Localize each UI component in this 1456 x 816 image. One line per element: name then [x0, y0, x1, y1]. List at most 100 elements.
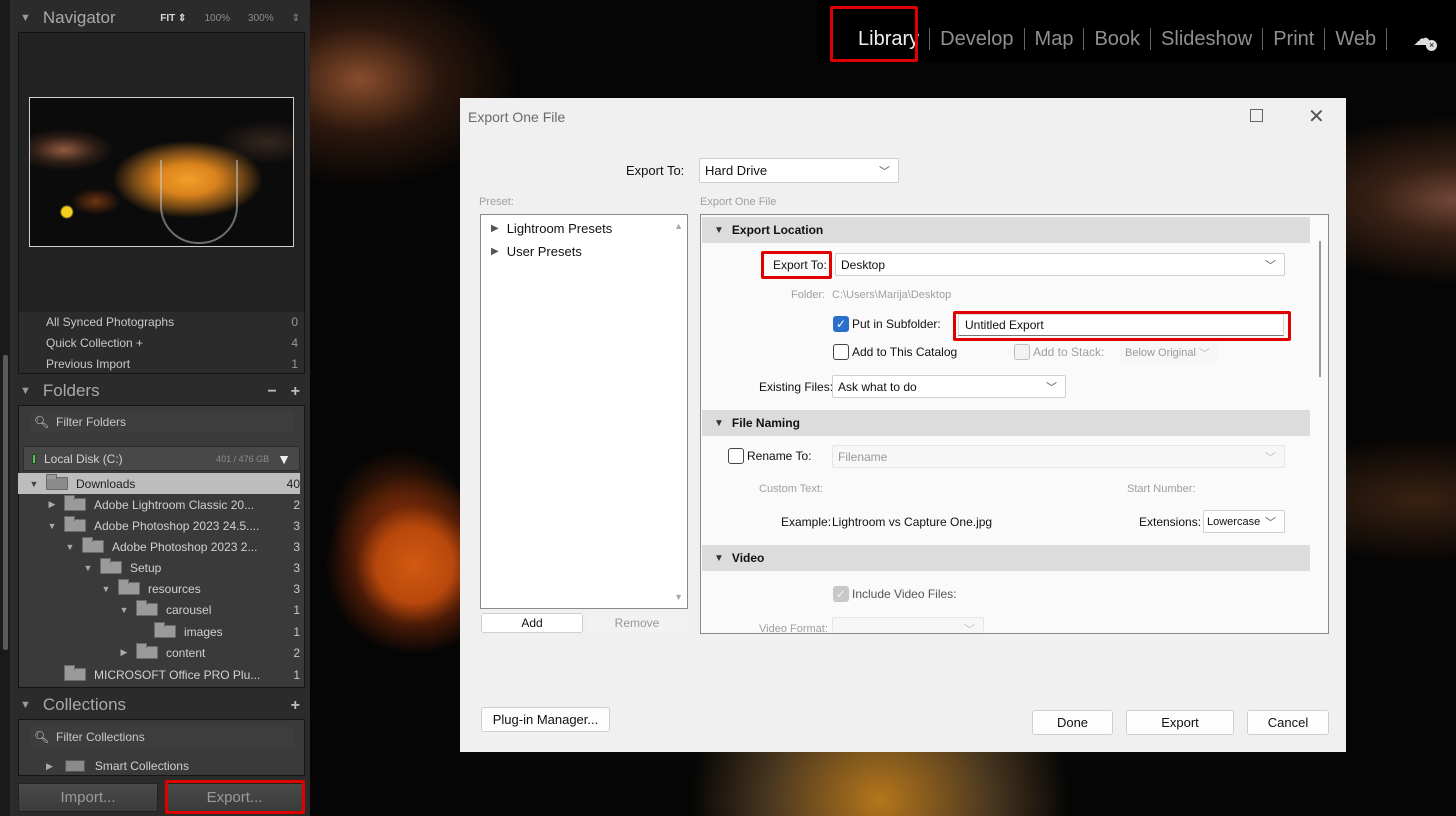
- extensions-select[interactable]: Lowercase ﹀: [1203, 510, 1285, 533]
- section-file-naming[interactable]: ▼ File Naming: [702, 410, 1310, 436]
- folder-row[interactable]: ▼ Downloads 40: [18, 473, 300, 494]
- catalog-item[interactable]: All Synced Photographs 0: [46, 311, 298, 332]
- preview-thumbnail[interactable]: [29, 97, 294, 247]
- scroll-up-icon[interactable]: ▲: [674, 221, 683, 231]
- folder-row[interactable]: ▼ Setup 3: [18, 557, 300, 578]
- expand-triangle-icon[interactable]: ▶: [46, 761, 53, 772]
- existing-files-label: Existing Files:: [759, 380, 834, 394]
- zoom-100[interactable]: 100%: [204, 13, 230, 24]
- custom-text-label: Custom Text:: [759, 483, 823, 495]
- volume-bar[interactable]: Local Disk (C:) 401 / 476 GB ▼: [23, 446, 300, 471]
- chevron-down-icon: ﹀: [1199, 348, 1210, 360]
- add-to-catalog-label: Add to This Catalog: [852, 345, 958, 359]
- expand-triangle-icon[interactable]: ▶: [491, 246, 499, 257]
- folder-row[interactable]: images 1: [18, 621, 300, 642]
- left-panel: ▼ Navigator FIT ⇕ 100% 300% ⇕ All Synced…: [0, 0, 310, 816]
- smart-collection-icon: [64, 760, 85, 772]
- expand-triangle-icon[interactable]: ▶: [46, 499, 58, 510]
- filter-folders-input[interactable]: 🔍︎ Filter Folders: [30, 411, 294, 433]
- folder-row[interactable]: MICROSOFT Office PRO Plu... 1: [18, 664, 300, 685]
- module-print[interactable]: Print: [1263, 27, 1326, 50]
- rename-to-checkbox[interactable]: [728, 448, 744, 464]
- module-map[interactable]: Map: [1025, 27, 1085, 50]
- folder-row[interactable]: ▼ resources 3: [18, 578, 300, 599]
- zoom-300[interactable]: 300%: [248, 13, 274, 24]
- folder-row[interactable]: ▼ Adobe Photoshop 2023 24.5.... 3: [18, 515, 300, 536]
- catalog-item[interactable]: Quick Collection + 4: [46, 332, 298, 353]
- add-to-catalog-checkbox[interactable]: [833, 344, 849, 360]
- preset-folder[interactable]: ▶ User Presets: [491, 244, 582, 259]
- remove-preset-button[interactable]: Remove: [587, 613, 687, 633]
- dialog-title: Export One File: [468, 109, 566, 125]
- example-filename: Lightroom vs Capture One.jpg: [832, 515, 993, 529]
- module-book[interactable]: Book: [1084, 27, 1152, 50]
- preset-folder[interactable]: ▶ Lightroom Presets: [491, 221, 612, 236]
- folder-label: Folder:: [791, 289, 826, 301]
- folder-icon: [82, 537, 104, 553]
- zoom-fit[interactable]: FIT ⇕: [160, 13, 186, 24]
- volume-menu-icon[interactable]: ▼: [277, 451, 291, 467]
- rename-template-select[interactable]: Filename ﹀: [832, 445, 1285, 468]
- expand-triangle-icon[interactable]: ▼: [118, 605, 130, 615]
- folders-title: Folders: [42, 381, 100, 400]
- folder-row[interactable]: ▼ carousel 1: [18, 599, 300, 620]
- expand-triangle-icon[interactable]: ▼: [100, 584, 112, 594]
- collections-header[interactable]: ▼ Collections +: [14, 690, 306, 720]
- catalog-item[interactable]: Previous Import 1: [46, 353, 298, 374]
- navigator-header[interactable]: ▼ Navigator FIT ⇕ 100% 300% ⇕: [14, 3, 306, 33]
- cancel-button[interactable]: Cancel: [1247, 710, 1329, 735]
- video-format-label: Video Format:: [759, 623, 828, 634]
- module-web[interactable]: Web: [1325, 27, 1388, 50]
- collapse-triangle-icon: ▼: [714, 224, 724, 236]
- folder-icon: [136, 600, 158, 616]
- add-collection-icon[interactable]: +: [291, 697, 300, 715]
- folders-header[interactable]: ▼ Folders − +: [14, 376, 306, 406]
- folder-row[interactable]: ▶ Adobe Lightroom Classic 20... 2: [18, 494, 300, 515]
- expand-triangle-icon[interactable]: ▼: [28, 479, 40, 489]
- plugin-manager-button[interactable]: Plug-in Manager...: [481, 707, 610, 732]
- existing-files-select[interactable]: Ask what to do ﹀: [832, 375, 1066, 398]
- add-to-stack-checkbox[interactable]: [1014, 344, 1030, 360]
- search-icon: 🔍︎: [34, 730, 50, 744]
- close-icon[interactable]: ✕: [1308, 104, 1325, 129]
- export-dialog: Export One File ✕ Export To: Hard Drive ﹀…: [460, 98, 1346, 752]
- add-folder-icon[interactable]: +: [291, 383, 300, 401]
- expand-triangle-icon[interactable]: ▶: [491, 223, 499, 234]
- video-format-select[interactable]: ﹀: [832, 617, 984, 633]
- settings-scrollbar[interactable]: [1319, 241, 1321, 377]
- module-develop[interactable]: Develop: [930, 27, 1025, 50]
- expand-triangle-icon[interactable]: ▶: [118, 647, 130, 658]
- subfolder-name-input[interactable]: Untitled Export: [958, 314, 1284, 336]
- module-library[interactable]: Library: [848, 27, 931, 50]
- module-slideshow[interactable]: Slideshow: [1151, 27, 1264, 50]
- folder-icon: [64, 665, 86, 681]
- folder-row[interactable]: ▶ content 2: [18, 642, 300, 663]
- filter-collections-input[interactable]: 🔍︎ Filter Collections: [30, 726, 294, 748]
- remove-folder-icon[interactable]: −: [267, 383, 276, 401]
- add-preset-button[interactable]: Add: [481, 613, 583, 633]
- expand-triangle-icon[interactable]: ▼: [64, 542, 76, 552]
- folder-icon: [64, 516, 86, 532]
- maximize-icon[interactable]: [1250, 109, 1263, 122]
- export-to-select[interactable]: Hard Drive ﹀: [699, 158, 899, 183]
- section-export-location[interactable]: ▼ Export Location: [702, 217, 1310, 243]
- put-in-subfolder-checkbox[interactable]: ✓: [833, 316, 849, 332]
- chevron-down-icon: ﹀: [1265, 259, 1276, 272]
- stack-position-select[interactable]: Below Original ﹀: [1120, 342, 1218, 364]
- zoom-stepper-icon[interactable]: ⇕: [292, 13, 300, 24]
- collection-item[interactable]: ▶ Smart Collections: [46, 756, 286, 776]
- location-export-to-select[interactable]: Desktop ﹀: [835, 253, 1285, 276]
- cloud-sync-icon[interactable]: ☁ ×: [1413, 26, 1438, 51]
- export-confirm-button[interactable]: Export: [1126, 710, 1234, 735]
- scroll-down-icon[interactable]: ▼: [674, 592, 683, 602]
- export-button[interactable]: Export...: [166, 783, 303, 812]
- expand-triangle-icon[interactable]: ▼: [82, 563, 94, 573]
- import-button[interactable]: Import...: [18, 783, 158, 812]
- include-video-checkbox[interactable]: ✓: [833, 586, 849, 602]
- expand-triangle-icon[interactable]: ▼: [46, 521, 58, 531]
- left-panel-scrollbar[interactable]: [3, 355, 8, 650]
- section-video[interactable]: ▼ Video: [702, 545, 1310, 571]
- folder-row[interactable]: ▼ Adobe Photoshop 2023 2... 3: [18, 536, 300, 557]
- collapse-triangle-icon: ▼: [714, 552, 724, 564]
- done-button[interactable]: Done: [1032, 710, 1113, 735]
